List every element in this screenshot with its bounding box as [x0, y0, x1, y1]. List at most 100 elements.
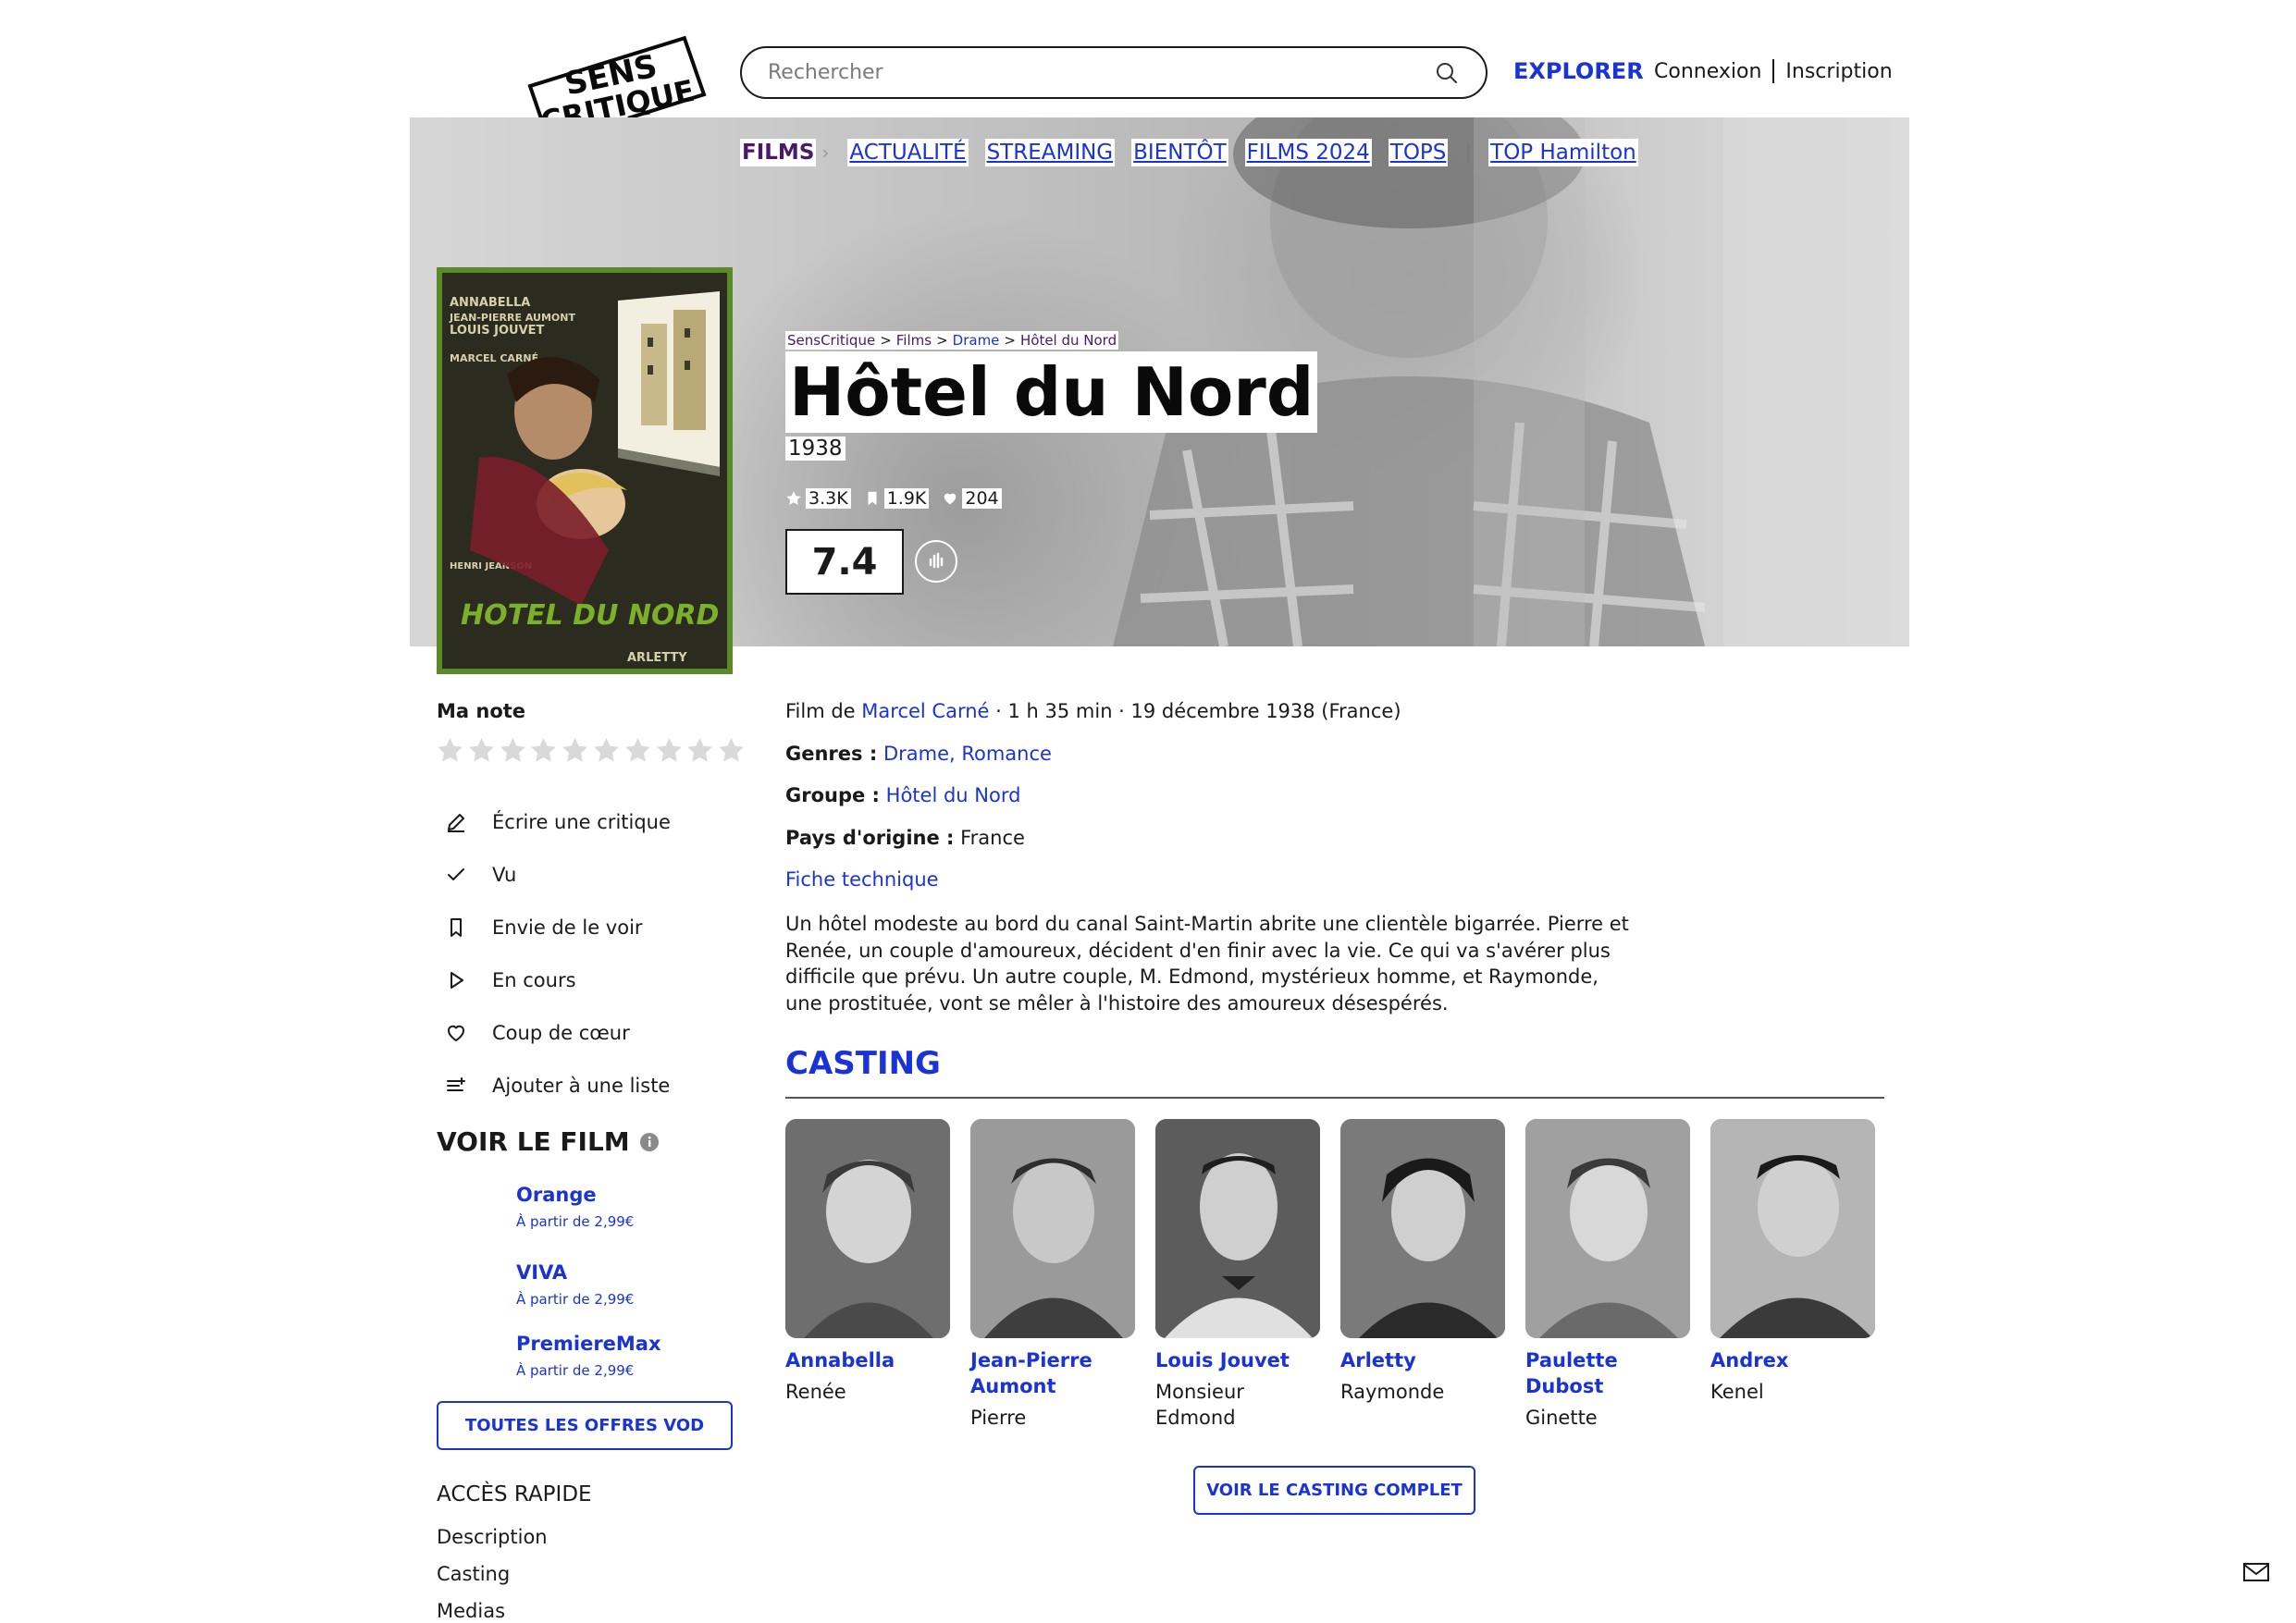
- cast-role: Pierre: [970, 1407, 1027, 1429]
- cast-card-paulette-dubost[interactable]: Paulette Dubost Ginette: [1525, 1119, 1692, 1431]
- action-write-review[interactable]: Écrire une critique: [444, 795, 671, 848]
- nav-bientot[interactable]: BIENTÔT: [1131, 139, 1228, 166]
- cast-role: Renée: [785, 1381, 846, 1403]
- sub-navigation: FILMS › ACTUALITÉ STREAMING BIENTÔT FILM…: [740, 139, 1655, 166]
- action-label: En cours: [492, 968, 576, 991]
- action-in-progress[interactable]: En cours: [444, 953, 671, 1006]
- login-link[interactable]: Connexion: [1654, 60, 1761, 83]
- rating-star-icon[interactable]: [591, 735, 622, 766]
- nav-tops[interactable]: TOPS: [1388, 139, 1449, 166]
- movie-title: Hôtel du Nord: [785, 351, 1318, 433]
- rating-star-icon[interactable]: [560, 735, 590, 766]
- action-label: Coup de cœur: [492, 1021, 630, 1044]
- vod-provider-name[interactable]: PremiereMax: [516, 1333, 661, 1355]
- rating-star-icon[interactable]: [498, 735, 528, 766]
- quick-access-description[interactable]: Description: [437, 1526, 548, 1548]
- cast-photo[interactable]: [970, 1119, 1135, 1338]
- movie-year: 1938: [785, 436, 846, 461]
- action-label: Ajouter à une liste: [492, 1074, 671, 1097]
- director-link[interactable]: Marcel Carné: [861, 700, 989, 722]
- rating-star-icon[interactable]: [435, 735, 465, 766]
- rating-star-icon[interactable]: [685, 735, 715, 766]
- poster-credit: JEAN-PIERRE AUMONT: [449, 312, 575, 324]
- cast-photo[interactable]: [1710, 1119, 1875, 1338]
- breadcrumb-separator: >: [933, 331, 951, 350]
- cast-card-annabella[interactable]: Annabella Renée: [785, 1119, 952, 1405]
- wishlist-value: 1.9K: [883, 488, 930, 509]
- cast-card-louis-jouvet[interactable]: Louis Jouvet Monsieur Edmond: [1155, 1119, 1322, 1431]
- cast-role: Ginette: [1525, 1407, 1598, 1429]
- rating-star-icon[interactable]: [623, 735, 653, 766]
- cast-actor-name[interactable]: Jean-Pierre Aumont: [970, 1347, 1137, 1399]
- heart-icon: [448, 1025, 464, 1041]
- rating-star-icon[interactable]: [654, 735, 685, 766]
- cast-card-jean-pierre-aumont[interactable]: Jean-Pierre Aumont Pierre: [970, 1119, 1137, 1431]
- rating-star-icon[interactable]: [716, 735, 747, 766]
- cast-actor-name[interactable]: Annabella: [785, 1347, 952, 1373]
- cast-role: Raymonde: [1340, 1381, 1445, 1403]
- cast-actor-name[interactable]: Louis Jouvet: [1155, 1347, 1322, 1373]
- explorer-link[interactable]: EXPLORER: [1513, 58, 1644, 84]
- action-add-to-list[interactable]: Ajouter à une liste: [444, 1059, 671, 1112]
- cast-actor-name[interactable]: Andrex: [1710, 1347, 1877, 1373]
- cast-role: Monsieur Edmond: [1155, 1381, 1244, 1429]
- rating-star-icon[interactable]: [528, 735, 559, 766]
- star-icon: [786, 491, 801, 505]
- breadcrumb-drame[interactable]: Drame: [950, 331, 1002, 350]
- action-want-to-see[interactable]: Envie de le voir: [444, 901, 671, 953]
- group-link[interactable]: Hôtel du Nord: [886, 784, 1021, 806]
- nav-streaming[interactable]: STREAMING: [984, 139, 1116, 166]
- nav-actualite[interactable]: ACTUALITÉ: [847, 139, 969, 166]
- nav-films[interactable]: FILMS: [740, 139, 817, 166]
- info-icon[interactable]: [639, 1132, 660, 1152]
- play-icon: [451, 971, 463, 989]
- all-vod-offers-button[interactable]: TOUTES LES OFFRES VOD: [437, 1401, 733, 1450]
- vod-offer-premieremax[interactable]: PremiereMax À partir de 2,99€: [516, 1333, 661, 1379]
- movie-stats: 3.3K 1.9K 204: [785, 488, 1015, 509]
- favorites-count: 204: [942, 488, 1002, 509]
- quick-access-medias[interactable]: Medias: [437, 1600, 505, 1622]
- rating-star-icon[interactable]: [466, 735, 497, 766]
- breadcrumb-films[interactable]: Films: [894, 331, 934, 350]
- quick-access-title: ACCÈS RAPIDE: [437, 1482, 592, 1506]
- search-input[interactable]: [768, 61, 1434, 84]
- country-label: Pays d'origine :: [785, 826, 955, 849]
- vod-offer-viva[interactable]: VIVA À partir de 2,99€: [516, 1261, 634, 1308]
- search-bar[interactable]: [740, 46, 1487, 99]
- cast-card-andrex[interactable]: Andrex Kenel: [1710, 1119, 1877, 1405]
- vod-offer-orange[interactable]: Orange À partir de 2,99€: [516, 1184, 634, 1230]
- cast-photo[interactable]: [785, 1119, 950, 1338]
- signup-link[interactable]: Inscription: [1785, 60, 1892, 83]
- cast-actor-name[interactable]: Paulette Dubost: [1525, 1347, 1692, 1399]
- tech-sheet-link[interactable]: Fiche technique: [785, 868, 939, 891]
- nav-top-hamilton[interactable]: TOP Hamilton: [1488, 139, 1638, 166]
- cast-card-arletty[interactable]: Arletty Raymonde: [1340, 1119, 1507, 1405]
- my-rating-label: Ma note: [437, 700, 526, 722]
- cast-photo[interactable]: [1525, 1119, 1690, 1338]
- mail-icon[interactable]: [2242, 1561, 2270, 1583]
- rating-distribution-button[interactable]: [915, 540, 957, 583]
- watch-section-title: VOIR LE FILM: [437, 1126, 660, 1157]
- vod-price: À partir de 2,99€: [516, 1213, 635, 1230]
- nav-films-2024[interactable]: FILMS 2024: [1244, 139, 1372, 166]
- cast-photo[interactable]: [1155, 1119, 1320, 1338]
- movie-poster[interactable]: ANNABELLA JEAN-PIERRE AUMONT LOUIS JOUVE…: [437, 267, 733, 674]
- cast-photo[interactable]: [1340, 1119, 1505, 1338]
- pencil-icon: [448, 813, 464, 832]
- poster-title: HOTEL DU NORD: [461, 599, 719, 632]
- vod-provider-name[interactable]: Orange: [516, 1184, 634, 1206]
- action-favorite[interactable]: Coup de cœur: [444, 1006, 671, 1059]
- full-casting-button[interactable]: VOIR LE CASTING COMPLET: [1193, 1466, 1475, 1515]
- vod-provider-name[interactable]: VIVA: [516, 1261, 634, 1284]
- action-seen[interactable]: Vu: [444, 848, 671, 901]
- search-icon[interactable]: [1434, 60, 1460, 86]
- cast-actor-name[interactable]: Arletty: [1340, 1347, 1507, 1373]
- vod-price: À partir de 2,99€: [516, 1291, 635, 1308]
- genre-drame-link[interactable]: Drame: [883, 743, 949, 765]
- breadcrumb-senscritique[interactable]: SensCritique: [785, 331, 878, 350]
- poster-credit: ARLETTY: [627, 651, 687, 665]
- quick-access-casting[interactable]: Casting: [437, 1563, 510, 1585]
- genre-romance-link[interactable]: Romance: [961, 743, 1052, 765]
- check-icon: [448, 867, 464, 880]
- my-rating-stars[interactable]: [435, 735, 747, 766]
